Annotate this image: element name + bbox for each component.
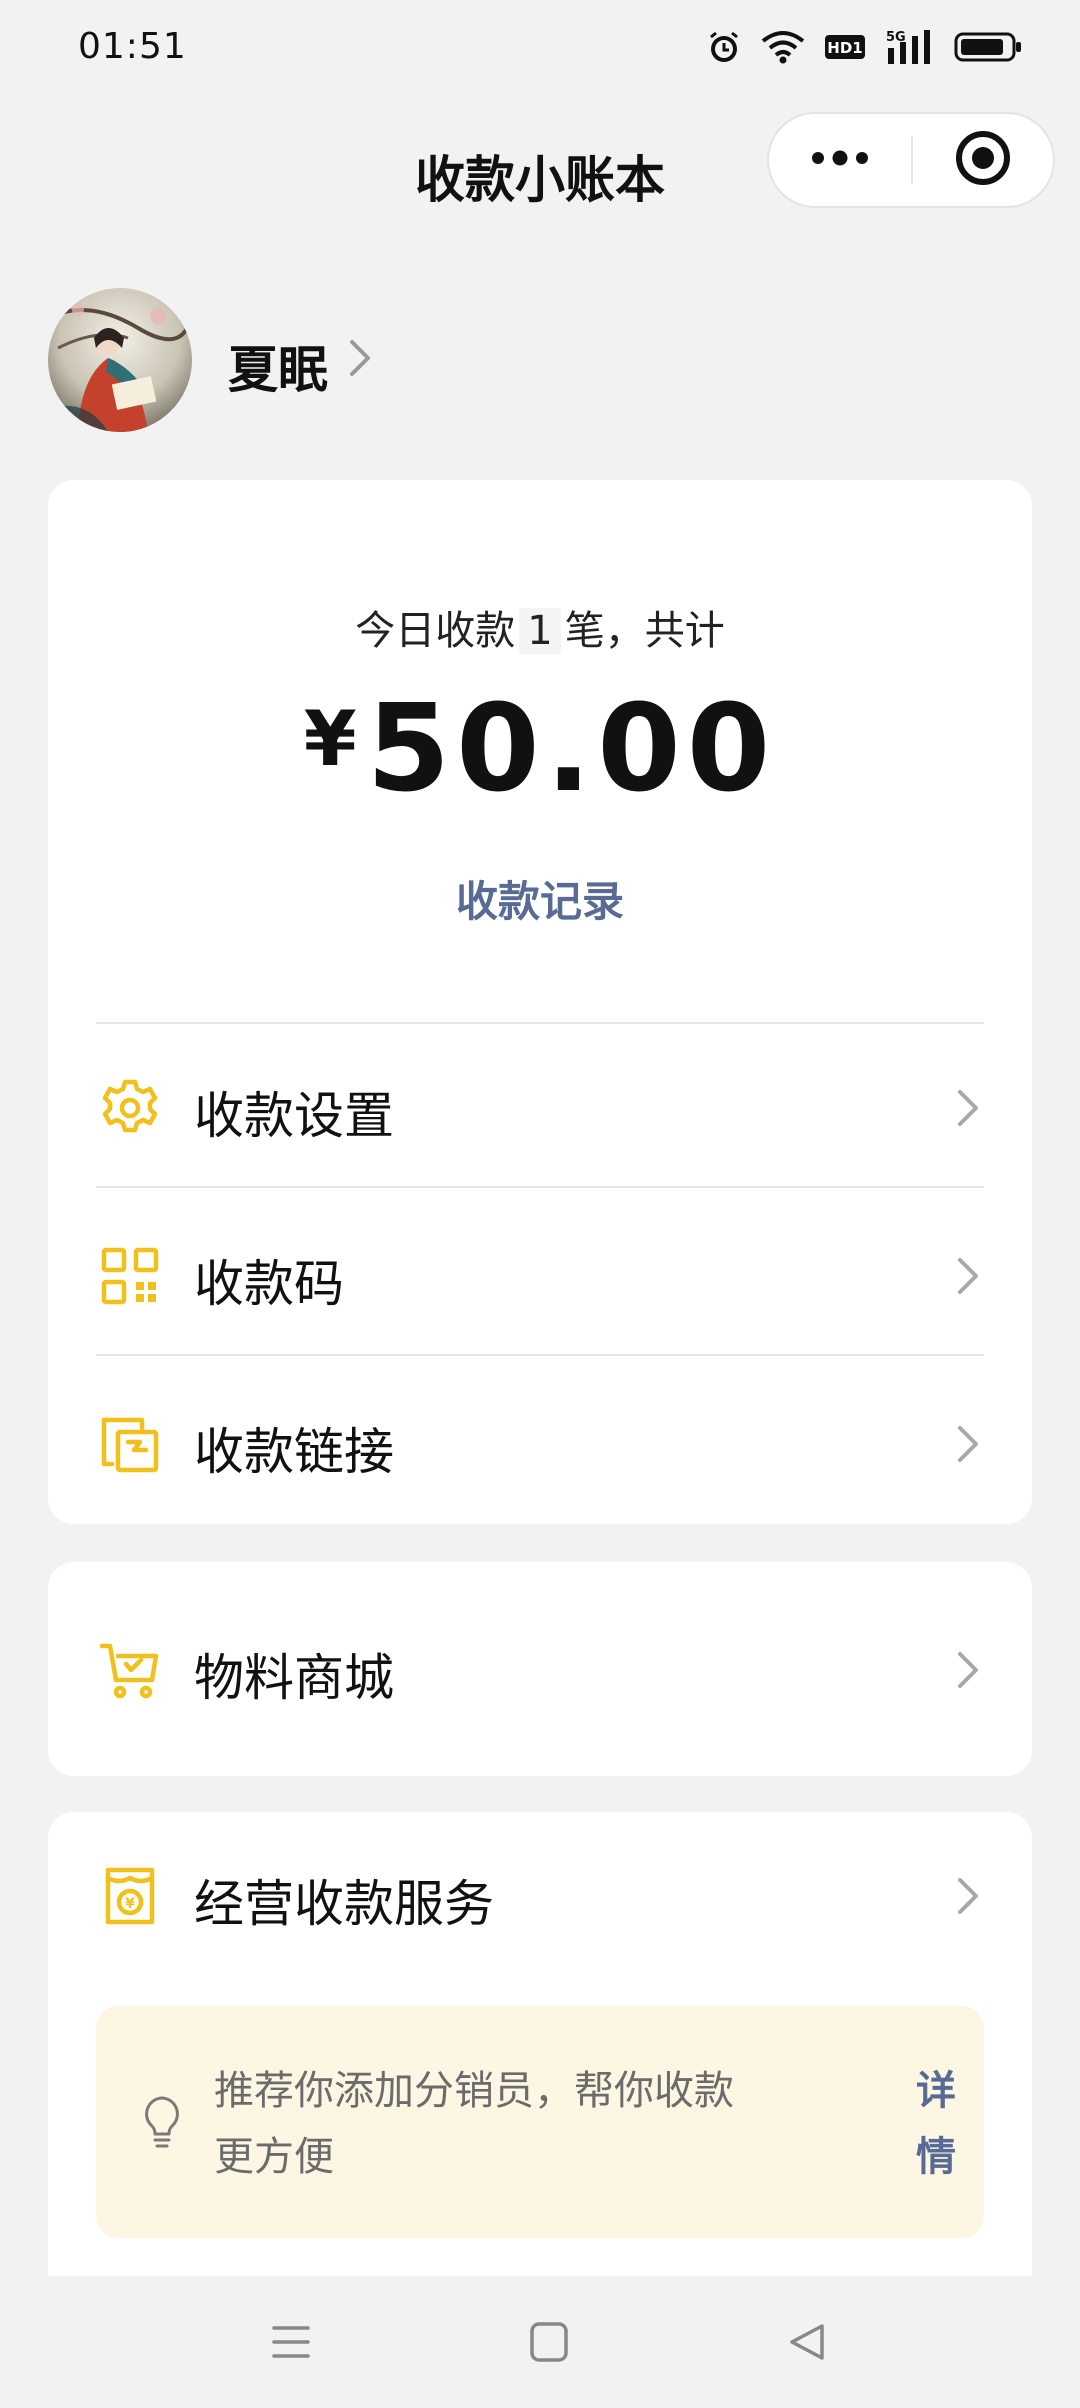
divider — [96, 1354, 984, 1356]
5g-signal-icon: 5G — [884, 28, 936, 66]
menu-item-material-store[interactable]: 物料商城 — [48, 1586, 1032, 1754]
gear-icon — [100, 1078, 160, 1138]
status-time: 01:51 — [78, 26, 187, 67]
menu-item-business-service[interactable]: ¥ 经营收款服务 — [48, 1812, 1032, 1980]
mini-program-capsule — [767, 112, 1055, 208]
system-navigation-bar — [0, 2276, 1080, 2408]
currency-symbol: ¥ — [303, 694, 357, 783]
qr-code-icon — [100, 1246, 160, 1306]
today-amount: ¥50.00 — [48, 680, 1032, 819]
chevron-right-icon — [954, 1422, 982, 1470]
today-summary: 今日收款 1 笔，共计 — [48, 598, 1032, 656]
battery-icon — [954, 30, 1024, 64]
amount-value: 50.00 — [366, 680, 777, 819]
wifi-icon — [760, 29, 806, 65]
chevron-right-icon[interactable] — [346, 336, 374, 384]
status-bar: 01:51 HD1 5G — [0, 0, 1080, 96]
lightbulb-icon — [140, 2094, 184, 2154]
chevron-right-icon — [954, 1648, 982, 1696]
yen-glyph: ¥ — [125, 1896, 135, 1912]
hd-label: HD1 — [827, 39, 862, 57]
shop-bag-icon: ¥ — [100, 1866, 160, 1926]
back-triangle-icon[interactable] — [786, 2320, 828, 2368]
target-circle-icon — [954, 129, 1012, 191]
today-suffix: 笔，共计 — [564, 608, 725, 654]
chevron-right-icon — [954, 1086, 982, 1134]
hd-icon: HD1 — [824, 32, 866, 62]
menu-item-label: 收款设置 — [194, 1087, 394, 1145]
service-card: ¥ 经营收款服务 推荐你添加分销员，帮你收款更方便 详情 — [48, 1812, 1032, 2282]
today-prefix: 今日收款 — [355, 608, 516, 654]
menu-item-payment-settings[interactable]: 收款设置 — [48, 1024, 1032, 1192]
menu-item-payment-code[interactable]: 收款码 — [48, 1192, 1032, 1360]
records-link[interactable]: 收款记录 — [48, 868, 1032, 929]
divider — [96, 1186, 984, 1188]
status-icons: HD1 5G — [706, 28, 1024, 66]
avatar[interactable] — [48, 288, 192, 432]
menu-item-label: 经营收款服务 — [194, 1875, 494, 1933]
recommendation-tip: 推荐你添加分销员，帮你收款更方便 详情 — [96, 2006, 984, 2238]
chevron-right-icon — [954, 1874, 982, 1922]
menu-item-label: 收款码 — [194, 1255, 344, 1313]
home-square-icon[interactable] — [528, 2320, 570, 2368]
menu-lines-icon[interactable] — [270, 2320, 312, 2368]
menu-item-label: 收款链接 — [194, 1423, 394, 1481]
store-card: 物料商城 — [48, 1562, 1032, 1776]
menu-item-label: 物料商城 — [194, 1649, 394, 1707]
summary-card: 今日收款 1 笔，共计 ¥50.00 收款记录 收款设置 收款码 收款链接 — [48, 480, 1032, 1524]
profile-name[interactable]: 夏眠 — [228, 330, 328, 402]
tip-details-link[interactable]: 详情 — [916, 2058, 966, 2190]
today-count: 1 — [519, 608, 561, 654]
menu-item-payment-link[interactable]: 收款链接 — [48, 1360, 1032, 1528]
more-dots-icon — [810, 148, 870, 172]
tip-text: 推荐你添加分销员，帮你收款更方便 — [214, 2068, 734, 2180]
close-mini-program-button[interactable] — [913, 114, 1053, 206]
alarm-icon — [706, 29, 742, 65]
more-button[interactable] — [769, 114, 911, 206]
cart-icon — [99, 1640, 160, 1700]
link-icon — [100, 1414, 160, 1474]
chevron-right-icon — [954, 1254, 982, 1302]
